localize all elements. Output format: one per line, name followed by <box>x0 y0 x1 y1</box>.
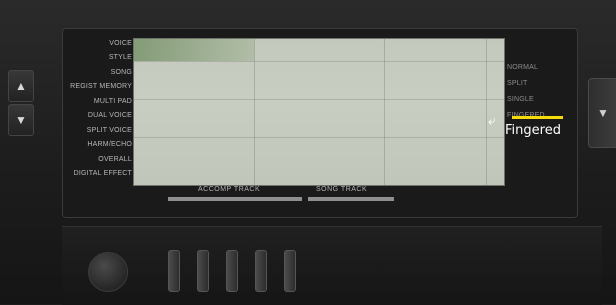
label-single: SINGLE <box>507 96 534 103</box>
accomp-track-label: ACCOMP TRACK <box>198 186 261 193</box>
round-button[interactable] <box>88 252 128 292</box>
down-arrow-button[interactable]: ▼ <box>8 104 34 136</box>
lcd-screen <box>133 38 505 186</box>
fingering-mode-column: NORMAL SPLIT SINGLE FINGERED <box>507 64 567 120</box>
label-normal: NORMAL <box>507 64 539 71</box>
lcd-gridline <box>134 137 504 138</box>
accomp-track-bar <box>168 197 302 201</box>
label-harm-echo: HARM/ECHO <box>87 141 132 149</box>
label-multi-pad: MULTI PAD <box>93 97 132 105</box>
panel-button[interactable] <box>255 250 267 292</box>
annotation-label: Fingered <box>505 123 561 138</box>
label-digital-effect: DIGITAL EFFECT <box>73 169 132 177</box>
function-label-column: VOICE STYLE SONG REGIST MEMORY MULTI PAD… <box>66 40 132 178</box>
label-style: STYLE <box>108 54 132 62</box>
lcd-gridline <box>134 61 504 62</box>
song-track-label: SONG TRACK <box>316 186 368 193</box>
down-arrow-icon: ▼ <box>597 106 609 120</box>
panel-button[interactable] <box>197 250 209 292</box>
lower-panel <box>62 226 602 305</box>
lcd-indicator-segment <box>134 39 254 61</box>
lcd-gridline <box>384 39 385 185</box>
label-split-voice: SPLIT VOICE <box>86 126 132 134</box>
right-arrow-button[interactable]: ▼ <box>588 78 616 148</box>
down-arrow-icon: ▼ <box>15 113 27 127</box>
label-split: SPLIT <box>507 80 528 87</box>
label-dual-voice: DUAL VOICE <box>87 112 132 120</box>
up-arrow-icon: ▲ <box>15 79 27 93</box>
lcd-gridline <box>486 39 487 185</box>
label-song: SONG <box>110 68 132 76</box>
annotation-arrow-icon: ⤶ <box>488 112 496 128</box>
lcd-gridline <box>134 99 504 100</box>
panel-button[interactable] <box>226 250 238 292</box>
panel-button[interactable] <box>284 250 296 292</box>
lcd-gridline <box>254 39 255 185</box>
song-track-bar <box>308 197 394 201</box>
label-overall: OVERALL <box>98 155 132 163</box>
label-voice: VOICE <box>109 40 132 47</box>
up-arrow-button[interactable]: ▲ <box>8 70 34 102</box>
label-regist-memory: REGIST MEMORY <box>70 83 132 91</box>
highlight-underline <box>512 116 563 119</box>
panel-button[interactable] <box>168 250 180 292</box>
